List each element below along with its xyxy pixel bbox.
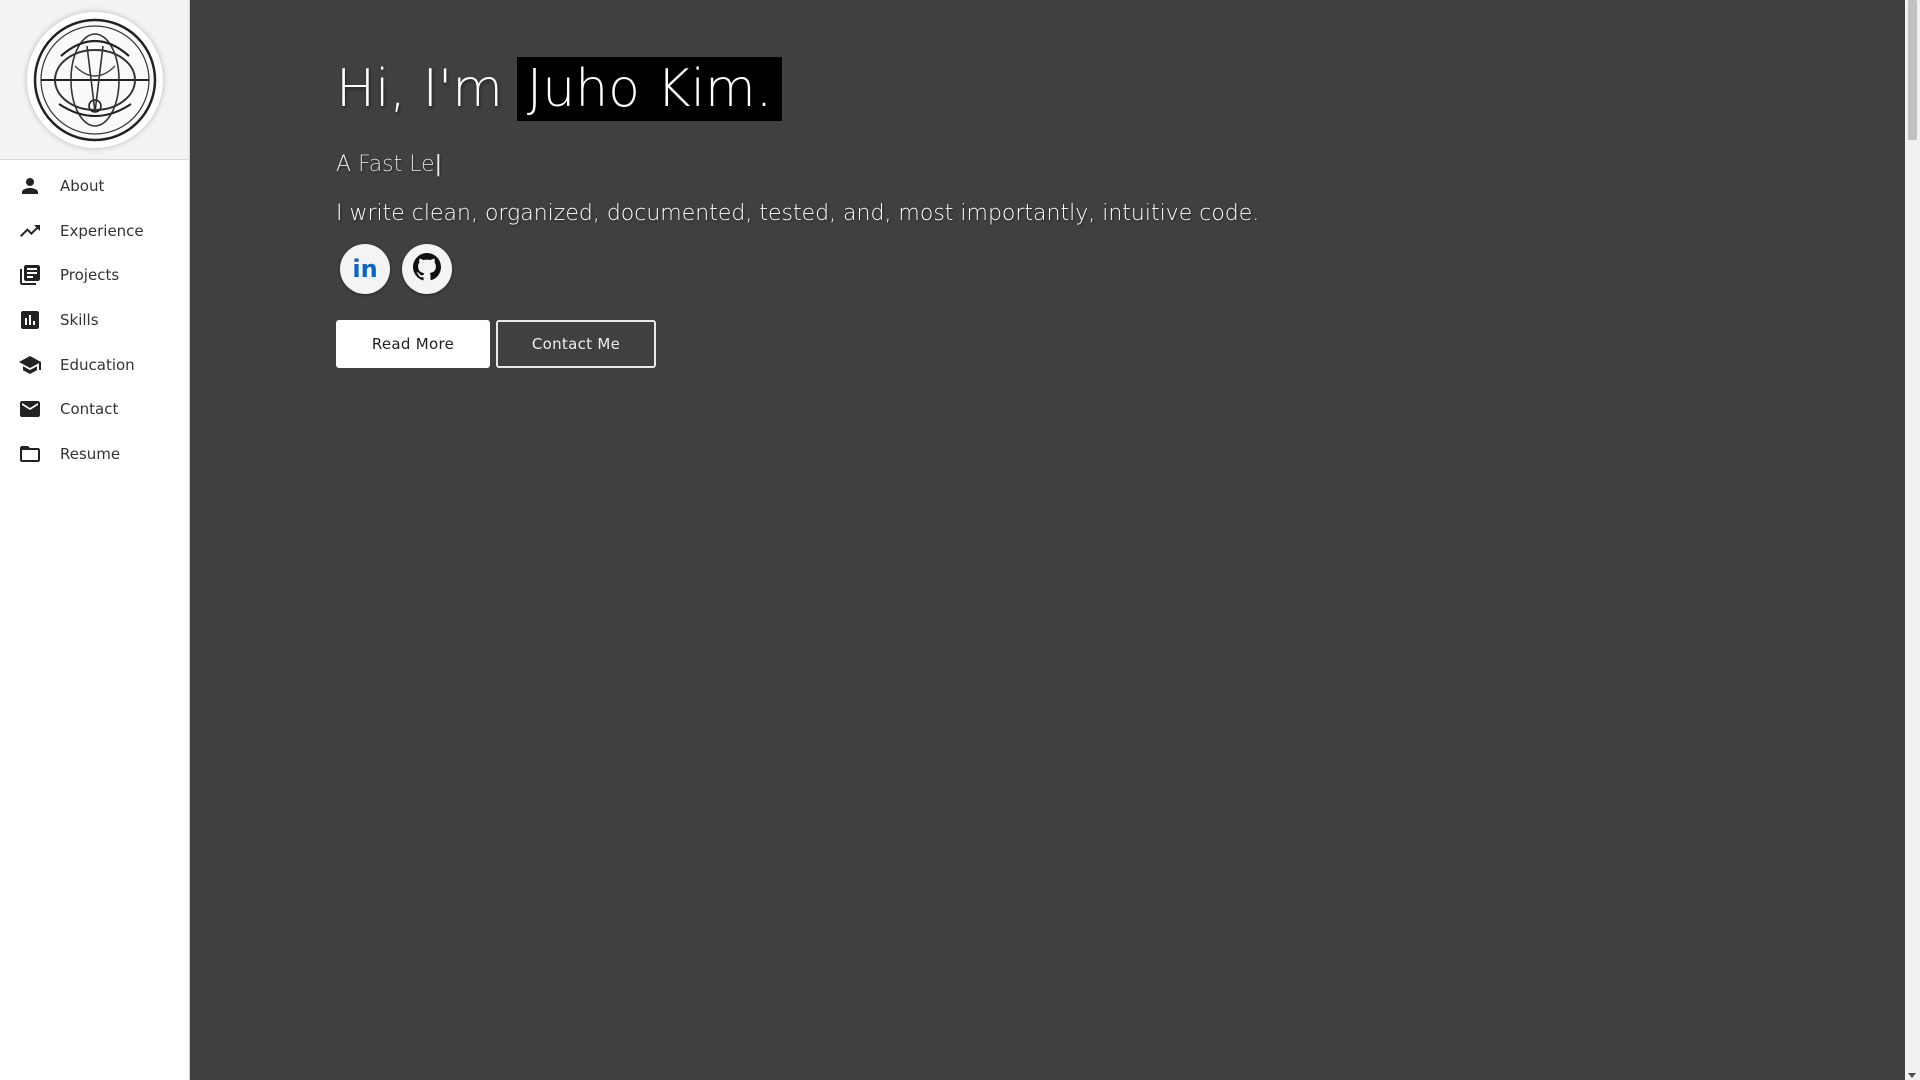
sidebar-item-label: Projects [60, 266, 120, 285]
github-icon [413, 253, 441, 285]
mail-icon [16, 395, 44, 423]
sidebar-item-education[interactable]: Education [0, 342, 189, 387]
linkedin-link[interactable]: in [340, 244, 390, 294]
tagline: I write clean, organized, documented, te… [336, 201, 1260, 226]
scroll-down-arrow-icon[interactable] [1908, 1073, 1916, 1078]
read-more-button[interactable]: Read More [336, 320, 490, 368]
typing-caret: | [434, 152, 443, 177]
social-links: in [336, 244, 1259, 294]
name-highlight: Juho Kim. [516, 57, 783, 121]
typed-subtitle: A Fast Le| [336, 152, 1259, 177]
sidebar-item-resume[interactable]: Resume [0, 432, 189, 477]
subtitle-prefix: A [336, 152, 352, 177]
sidebar-item-contact[interactable]: Contact [0, 387, 189, 432]
sidebar-item-experience[interactable]: Experience [0, 209, 189, 254]
sidebar-nav: About Experience Projects Skills Educati… [0, 160, 189, 476]
cta-buttons: Read More Contact Me [336, 320, 1259, 368]
scrollbar-thumb[interactable] [1908, 0, 1917, 140]
person-icon [16, 172, 44, 200]
sidebar-item-label: About [60, 177, 105, 196]
subtitle-typed-text: Fast Le [358, 152, 435, 177]
scrollbar[interactable] [1905, 0, 1920, 1080]
trending-up-icon [16, 217, 44, 245]
sidebar-item-label: Contact [60, 400, 119, 419]
bar-chart-icon [16, 306, 44, 334]
hero-section: Hi, I'm Juho Kim. A Fast Le| I write cle… [336, 56, 1259, 368]
logo[interactable] [26, 11, 163, 148]
linkedin-icon: in [352, 255, 378, 283]
sidebar-item-label: Skills [60, 311, 99, 330]
page-title: Hi, I'm Juho Kim. [336, 56, 1259, 122]
github-link[interactable] [402, 244, 452, 294]
main-content: Hi, I'm Juho Kim. A Fast Le| I write cle… [191, 0, 1905, 1080]
logo-emblem-icon [33, 18, 156, 141]
sidebar-item-about[interactable]: About [0, 164, 189, 209]
sidebar-item-projects[interactable]: Projects [0, 253, 189, 298]
sidebar-item-skills[interactable]: Skills [0, 298, 189, 343]
logo-area [0, 0, 189, 160]
school-icon [16, 351, 44, 379]
library-books-icon [16, 261, 44, 289]
folder-icon [16, 440, 44, 468]
sidebar-item-label: Resume [60, 444, 121, 463]
sidebar-item-label: Experience [60, 221, 144, 240]
contact-me-button[interactable]: Contact Me [496, 320, 656, 368]
sidebar: About Experience Projects Skills Educati… [0, 0, 190, 1080]
greeting-text: Hi, I'm [336, 59, 503, 119]
sidebar-item-label: Education [60, 355, 135, 374]
